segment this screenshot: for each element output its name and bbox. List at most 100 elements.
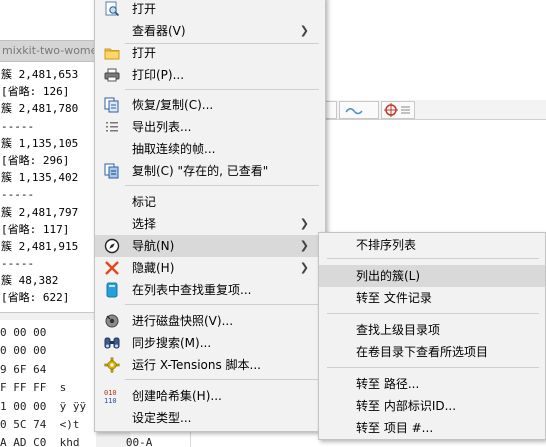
copy-doc-icon <box>104 97 120 113</box>
cluster-line: 簇 2,481,797 <box>1 205 79 219</box>
submenu-item-label: 列出的簇(L) <box>356 269 421 283</box>
submenu-item-find-parent-dir[interactable]: 查找上级目录项 <box>319 319 545 341</box>
export-list-icon <box>104 119 120 135</box>
cluster-line: 簇 2,481,653 <box>1 68 79 81</box>
cluster-line: ----- <box>1 257 35 271</box>
menu-item-run-xtensions[interactable]: 运行 X-Tensions 脚本... <box>95 354 325 376</box>
copy-status-icon <box>104 163 120 179</box>
cluster-line: 簇 2,481,780 <box>1 102 79 116</box>
cluster-line: ----- <box>1 188 35 202</box>
cluster-line: [省略: 126] <box>1 85 70 99</box>
menu-item-hide[interactable]: 隐藏(H) ❯ <box>95 257 325 279</box>
submenu-item-goto-internal-id[interactable]: 转至 内部标识ID... <box>319 395 545 417</box>
context-menu: 打开 查看器(V) ❯ 打开 打印(P)... 恢复/复制(C)... 导出列表… <box>94 0 326 432</box>
submenu-item-label: 转至 路径... <box>356 377 420 391</box>
menu-item-label: 导出列表... <box>132 120 192 134</box>
menu-item-navigation[interactable]: 导航(N) ❯ <box>95 235 325 257</box>
menu-item-extract-frames[interactable]: 抽取连续的帧... <box>95 138 325 160</box>
crosshair-icon[interactable] <box>381 101 415 119</box>
duplicate-icon <box>104 282 120 298</box>
menu-item-label: 进行磁盘快照(V)... <box>132 314 234 328</box>
menu-item-label: 在列表中查找重复项... <box>132 283 252 297</box>
cluster-line: 簇 48,382 <box>1 274 59 288</box>
printer-icon <box>104 67 120 83</box>
cluster-line: [省略: 117] <box>1 222 70 236</box>
wave-icon[interactable] <box>339 101 379 119</box>
menu-separator <box>125 379 319 380</box>
submenu-item-unsorted-list[interactable]: 不排序列表 <box>319 234 545 256</box>
svg-text:110: 110 <box>104 397 117 404</box>
submenu-item-label: 在卷目录下查看所选项目 <box>356 345 489 359</box>
menu-separator <box>125 185 319 186</box>
gear-icon <box>104 357 120 373</box>
menu-item-select[interactable]: 选择 ❯ <box>95 213 325 235</box>
menu-item-label: 选择 <box>132 217 157 231</box>
menu-item-open[interactable]: 打开 <box>95 42 325 64</box>
compass-icon <box>104 238 120 254</box>
cluster-line: [省略: 296] <box>1 153 70 167</box>
menu-item-label: 导航(N) <box>132 239 175 253</box>
submenu-item-goto-path[interactable]: 转至 路径... <box>319 373 545 395</box>
submenu-item-label: 转至 项目 #... <box>356 421 434 435</box>
menu-item-recover-copy[interactable]: 恢复/复制(C)... <box>95 94 325 116</box>
menu-separator <box>327 258 539 259</box>
menu-item-set-type[interactable]: 设定类型... <box>95 407 325 429</box>
menu-item-print[interactable]: 打印(P)... <box>95 64 325 86</box>
submenu-item-label: 不排序列表 <box>356 238 417 252</box>
menu-item-label: 打印(P)... <box>132 68 185 82</box>
chevron-right-icon: ❯ <box>299 239 309 252</box>
cluster-list: 簇 2,481,653 [省略: 126] 簇 2,481,780 ----- … <box>0 66 96 307</box>
submenu-item-label: 转至 文件记录 <box>356 291 432 305</box>
right-toolbar <box>315 100 546 120</box>
menu-item-export-list[interactable]: 导出列表... <box>95 116 325 138</box>
cluster-line: 簇 2,481,915 <box>1 239 79 253</box>
menu-separator <box>125 304 319 305</box>
menu-item-label: 同步搜索(M)... <box>132 336 212 350</box>
menu-item-label: 标记 <box>132 195 157 209</box>
navigation-submenu: 不排序列表 列出的簇(L) 转至 文件记录 查找上级目录项 在卷目录下查看所选项… <box>318 232 546 440</box>
menu-item-label: 抽取连续的帧... <box>132 142 216 156</box>
submenu-item-label: 转至 内部标识ID... <box>356 399 457 413</box>
hash-icon: 010 110 <box>104 388 120 405</box>
submenu-item-view-in-volume[interactable]: 在卷目录下查看所选项目 <box>319 341 545 363</box>
menu-item-simultaneous-search[interactable]: 同步搜索(M)... <box>95 332 325 354</box>
menu-item-label: 打开 <box>132 46 157 60</box>
chevron-right-icon: ❯ <box>299 24 309 37</box>
menu-item-find-duplicates[interactable]: 在列表中查找重复项... <box>95 279 325 301</box>
submenu-item-listed-clusters[interactable]: 列出的簇(L) <box>319 265 545 287</box>
svg-text:010: 010 <box>104 389 117 397</box>
menu-item-label: 隐藏(H) <box>132 261 175 275</box>
menu-separator <box>125 89 319 90</box>
menu-item-viewer[interactable]: 查看器(V) ❯ <box>95 20 325 42</box>
menu-item-open-viewer[interactable]: 打开 <box>95 0 325 20</box>
folder-icon <box>104 45 120 61</box>
menu-item-label: 创建哈希集(H)... <box>132 389 222 403</box>
cluster-line: 簇 1,135,402 <box>1 171 79 185</box>
submenu-item-goto-file-record[interactable]: 转至 文件记录 <box>319 287 545 309</box>
menu-item-disk-snapshot[interactable]: 进行磁盘快照(V)... <box>95 310 325 332</box>
menu-item-copy-status[interactable]: 复制(C) "存在的, 已查看" <box>95 160 325 182</box>
menu-separator <box>327 367 539 368</box>
pane-splitter[interactable] <box>0 312 96 320</box>
menu-item-label: 运行 X-Tensions 脚本... <box>132 358 261 372</box>
file-tab-title: mixkit-two-wome <box>2 44 98 57</box>
snapshot-icon <box>104 313 120 329</box>
cluster-line: ----- <box>1 119 35 133</box>
menu-separator <box>327 313 539 314</box>
chevron-right-icon: ❯ <box>299 217 309 230</box>
chevron-right-icon: ❯ <box>299 261 309 274</box>
red-x-icon <box>104 260 120 276</box>
menu-item-label: 复制(C) "存在的, 已查看" <box>132 164 269 178</box>
menu-item-create-hash-set[interactable]: 010 110 创建哈希集(H)... <box>95 385 325 407</box>
binoculars-icon <box>104 335 120 351</box>
menu-item-label: 设定类型... <box>132 411 192 425</box>
menu-item-mark[interactable]: 标记 <box>95 191 325 213</box>
menu-item-label: 恢复/复制(C)... <box>132 98 214 112</box>
submenu-item-goto-item-number[interactable]: 转至 项目 #... <box>319 417 545 439</box>
magnifier-doc-icon <box>104 1 120 17</box>
cluster-line: 簇 1,135,105 <box>1 136 79 150</box>
submenu-item-label: 查找上级目录项 <box>356 323 441 337</box>
cluster-line: [省略: 622] <box>1 291 70 305</box>
menu-item-label: 查看器(V) <box>132 24 186 38</box>
hex-row: A AD C0 khd 00-A <box>0 436 153 447</box>
